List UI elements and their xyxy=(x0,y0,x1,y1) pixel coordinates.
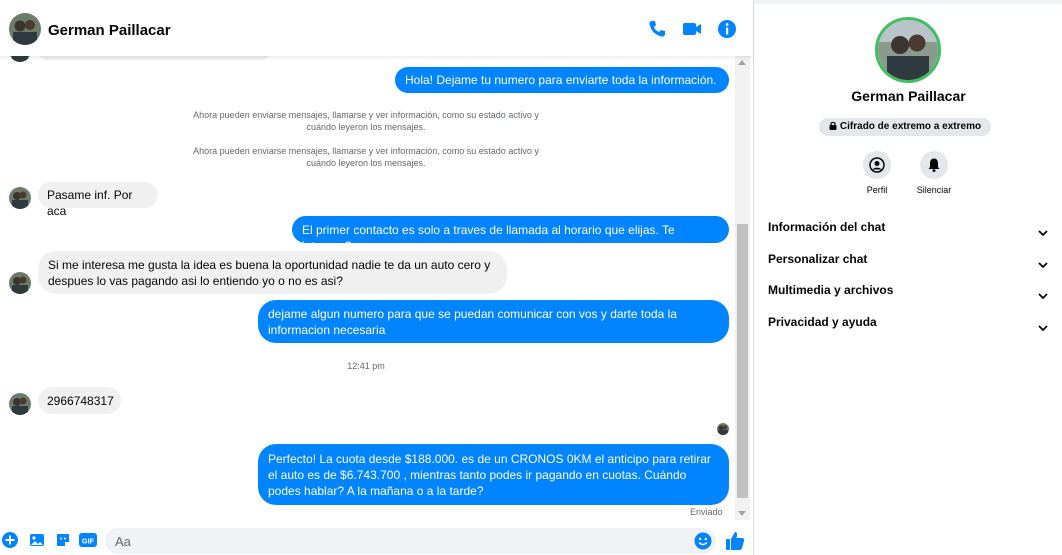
message-input[interactable] xyxy=(105,528,716,554)
lock-icon xyxy=(829,119,837,137)
panel-top-divider xyxy=(754,0,1062,4)
video-camera-icon[interactable] xyxy=(681,18,703,40)
message-bubble-outgoing[interactable]: El primer contacto es solo a traves de l… xyxy=(292,216,729,253)
message-text: El primer contacto es solo a traves de l… xyxy=(302,223,675,253)
contact-avatar[interactable] xyxy=(9,13,41,45)
seen-indicator-avatar xyxy=(717,423,729,435)
section-label: Multimedia y archivos xyxy=(768,283,894,297)
section-label: Personalizar chat xyxy=(768,252,868,266)
scrollbar-thumb[interactable] xyxy=(737,224,748,498)
message-bubble-incoming[interactable]: Pasame inf. Por aca xyxy=(38,182,158,218)
message-text: dejame algun numero para que se puedan c… xyxy=(268,307,677,337)
message-bubble-outgoing[interactable]: Perfecto! La cuota desde $188.000. es de… xyxy=(258,444,729,505)
sticker-icon[interactable] xyxy=(55,532,71,548)
encryption-label: Cifrado de extremo a extremo xyxy=(839,121,982,132)
section-label: Privacidad y ayuda xyxy=(768,315,877,329)
profile-icon xyxy=(863,151,891,179)
contact-name[interactable]: German Paillacar xyxy=(48,22,171,39)
bell-icon xyxy=(920,151,948,179)
profile-label: Perfil xyxy=(866,185,888,195)
like-icon[interactable] xyxy=(724,530,746,552)
message-text: Si me interesa me gusta la idea es buena… xyxy=(48,258,491,288)
sent-status: Enviado xyxy=(690,507,723,517)
contact-avatar[interactable] xyxy=(9,272,31,294)
message-bubble-incoming[interactable]: Si me interesa me gusta la idea es buena… xyxy=(38,251,507,294)
section-media-files[interactable]: Multimedia y archivos xyxy=(768,280,1048,300)
mute-action[interactable]: Silenciar xyxy=(904,151,964,195)
section-label: Información del chat xyxy=(768,220,886,234)
gif-icon[interactable]: GIF xyxy=(79,532,97,548)
chat-header: German Paillacar xyxy=(0,4,753,56)
system-notice: Ahora pueden enviarse mensajes, llamarse… xyxy=(193,146,539,168)
contact-avatar-large[interactable] xyxy=(875,17,941,83)
profile-action[interactable]: Perfil xyxy=(847,151,907,195)
mute-label: Silenciar xyxy=(916,185,952,195)
chevron-down-icon xyxy=(1038,318,1048,338)
image-icon[interactable] xyxy=(29,532,45,548)
contact-name: German Paillacar xyxy=(851,88,966,104)
contact-avatar[interactable] xyxy=(9,187,31,209)
section-chat-info[interactable]: Información del chat xyxy=(768,217,1048,237)
chevron-down-icon xyxy=(1038,223,1048,243)
message-text: Pasame inf. Por aca xyxy=(47,188,133,218)
messenger-window: Hola! Dejame tu numero para enviarte tod… xyxy=(0,0,1062,555)
message-thread[interactable]: Hola! Dejame tu numero para enviarte tod… xyxy=(0,0,735,520)
system-notice: Ahora pueden enviarse mensajes, llamarse… xyxy=(193,110,539,132)
encryption-badge[interactable]: Cifrado de extremo a extremo xyxy=(819,118,991,136)
contact-avatar[interactable] xyxy=(9,393,31,415)
section-privacy-help[interactable]: Privacidad y ayuda xyxy=(768,312,1048,332)
chevron-down-icon xyxy=(1038,255,1048,275)
phone-icon[interactable] xyxy=(646,18,668,40)
plus-icon[interactable] xyxy=(2,532,18,548)
info-icon[interactable] xyxy=(716,18,738,40)
chat-info-panel: German Paillacar Cifrado de extremo a ex… xyxy=(753,0,1062,555)
message-timestamp: 12:41 pm xyxy=(347,361,385,371)
emoji-icon[interactable] xyxy=(694,532,712,550)
thread-scrollbar[interactable] xyxy=(735,56,750,520)
message-bubble-incoming[interactable]: 2966748317 xyxy=(38,387,121,414)
message-text: 2966748317 xyxy=(47,394,114,408)
message-text: Perfecto! La cuota desde $188.000. es de… xyxy=(268,452,711,498)
message-bubble-outgoing[interactable]: dejame algun numero para que se puedan c… xyxy=(258,300,729,343)
chat-column: Hola! Dejame tu numero para enviarte tod… xyxy=(0,0,753,555)
gif-label: GIF xyxy=(82,537,95,546)
scroll-down-arrow-icon[interactable] xyxy=(738,511,746,516)
message-text: Hola! Dejame tu numero para enviarte tod… xyxy=(405,73,717,87)
scroll-up-arrow-icon[interactable] xyxy=(738,60,746,65)
message-bubble-outgoing[interactable]: Hola! Dejame tu numero para enviarte tod… xyxy=(395,67,729,93)
chevron-down-icon xyxy=(1038,286,1048,306)
section-customize-chat[interactable]: Personalizar chat xyxy=(768,249,1048,269)
